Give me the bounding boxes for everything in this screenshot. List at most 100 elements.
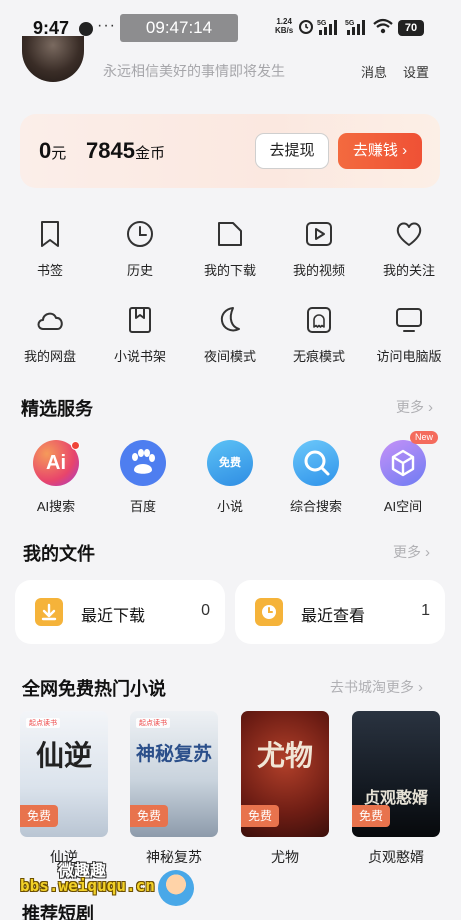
book-cover: 起点读书 神秘复苏 免费 bbox=[130, 711, 218, 837]
files-more-link[interactable]: 更多 › bbox=[393, 542, 430, 562]
grid-label: 无痕模式 bbox=[292, 349, 345, 364]
camera-icon bbox=[79, 22, 93, 36]
grid-item-videos[interactable]: 我的视频 bbox=[276, 219, 362, 279]
recent-icon bbox=[255, 598, 283, 626]
book-cover: 尤物 免费 bbox=[241, 711, 329, 837]
grid-item-bookmarks[interactable]: 书签 bbox=[7, 219, 93, 279]
services-more-link[interactable]: 更多 › bbox=[396, 397, 433, 417]
profile-motto: 永远相信美好的事情即将发生 bbox=[103, 63, 285, 79]
more-label: 更多 bbox=[396, 399, 424, 415]
grid-item-night-mode[interactable]: 夜间模式 bbox=[187, 305, 273, 365]
book-item[interactable]: 尤物 免费 尤物 bbox=[241, 711, 329, 867]
service-general-search[interactable]: 综合搜索 bbox=[273, 440, 359, 515]
signal-label-2: 5G bbox=[345, 20, 355, 27]
free-tag: 免费 bbox=[20, 805, 58, 827]
cover-title: 神秘复苏 bbox=[135, 743, 212, 765]
more-label: 更多 bbox=[393, 544, 421, 560]
grid-item-history[interactable]: 历史 bbox=[97, 219, 183, 279]
cloud-icon bbox=[37, 312, 63, 330]
cash-balance: 0元 bbox=[39, 138, 66, 164]
service-baidu[interactable]: 百度 bbox=[100, 440, 186, 515]
service-ai-space[interactable]: New AI空间 bbox=[360, 431, 446, 515]
ai-search-icon: Ai bbox=[33, 440, 80, 486]
cover-brand: 起点读书 bbox=[26, 718, 60, 728]
search-icon bbox=[293, 440, 339, 486]
grid-item-incognito[interactable]: 无痕模式 bbox=[276, 305, 362, 365]
moon-icon bbox=[220, 307, 240, 332]
new-badge: New bbox=[410, 431, 439, 444]
alarm-icon bbox=[299, 20, 313, 34]
heart-icon bbox=[396, 222, 422, 246]
grid-item-following[interactable]: 我的关注 bbox=[366, 219, 452, 279]
net-speed-unit: KB/s bbox=[275, 26, 294, 35]
grid-item-desktop-version[interactable]: 访问电脑版 bbox=[366, 305, 452, 365]
wifi-icon bbox=[373, 18, 393, 34]
cover-title: 仙逆 bbox=[35, 739, 92, 772]
novels-title: 全网免费热门小说 bbox=[22, 679, 166, 699]
book-cover: 起点读书 仙逆 免费 bbox=[20, 711, 108, 837]
service-label: AI搜索 bbox=[36, 499, 76, 514]
net-speed-value: 1.24 bbox=[276, 17, 292, 26]
settings-link[interactable]: 设置 bbox=[403, 62, 429, 81]
service-label: AI空间 bbox=[383, 499, 423, 514]
battery-indicator: 70 bbox=[398, 20, 424, 36]
chevron-right-icon: › bbox=[402, 142, 408, 159]
free-tag: 免费 bbox=[352, 805, 390, 827]
withdraw-button[interactable]: 去提现 bbox=[255, 133, 329, 169]
free-tag: 免费 bbox=[241, 805, 279, 827]
clock-icon bbox=[127, 221, 153, 247]
chevron-right-icon: › bbox=[425, 544, 430, 561]
book-name: 贞观憨婿 bbox=[368, 849, 424, 865]
video-icon bbox=[306, 222, 332, 246]
earn-money-button[interactable]: 去赚钱 › bbox=[338, 133, 422, 169]
messages-link[interactable]: 消息 bbox=[361, 62, 387, 81]
more-notifications-icon: ··· bbox=[97, 17, 116, 34]
wallet-card: 0元 7845金币 去提现 去赚钱 › bbox=[20, 114, 440, 188]
more-label: 去书城淘更多 bbox=[330, 679, 414, 695]
bookmark-icon bbox=[41, 221, 59, 247]
cover-title: 尤物 bbox=[256, 739, 313, 772]
service-label: 综合搜索 bbox=[289, 499, 342, 514]
service-novel[interactable]: 免费 小说 bbox=[187, 440, 273, 515]
download-icon bbox=[35, 598, 63, 626]
baidu-paw-icon bbox=[120, 440, 166, 486]
cover-brand: 起点读书 bbox=[136, 718, 170, 728]
signal-label-1: 5G bbox=[317, 20, 327, 27]
notification-dot bbox=[71, 441, 80, 450]
grid-label: 我的视频 bbox=[292, 263, 345, 278]
monitor-icon bbox=[396, 308, 422, 332]
grid-item-downloads[interactable]: 我的下载 bbox=[187, 219, 273, 279]
files-title: 我的文件 bbox=[23, 544, 95, 564]
recent-viewed-card[interactable]: 最近查看 1 bbox=[235, 580, 445, 644]
book-item[interactable]: 贞观憨婿 免费 贞观憨婿 bbox=[352, 711, 440, 867]
grid-label: 我的关注 bbox=[382, 263, 435, 278]
avatar[interactable] bbox=[22, 36, 84, 82]
folder-icon bbox=[218, 222, 242, 246]
book-name: 神秘复苏 bbox=[146, 849, 202, 865]
recent-viewed-count: 1 bbox=[421, 602, 430, 619]
services-title: 精选服务 bbox=[21, 399, 93, 419]
coin-unit: 金币 bbox=[134, 145, 165, 162]
book-icon bbox=[129, 307, 151, 333]
service-label: 小说 bbox=[216, 499, 243, 514]
service-label: 百度 bbox=[129, 499, 156, 514]
chevron-right-icon: › bbox=[428, 399, 433, 416]
coin-value: 7845 bbox=[86, 138, 135, 163]
grid-item-bookshelf[interactable]: 小说书架 bbox=[97, 305, 183, 365]
grid-label: 我的下载 bbox=[203, 263, 256, 278]
recent-viewed-label: 最近查看 bbox=[301, 608, 366, 625]
earn-money-label: 去赚钱 bbox=[352, 142, 398, 159]
short-drama-title: 推荐短剧 bbox=[22, 904, 94, 920]
watermark-url: bbs.weiququ.cn bbox=[20, 876, 155, 895]
book-name: 尤物 bbox=[271, 849, 299, 865]
novel-icon: 免费 bbox=[207, 440, 253, 486]
grid-label: 书签 bbox=[36, 263, 63, 278]
service-ai-search[interactable]: Ai AI搜索 bbox=[13, 440, 99, 515]
recent-downloads-card[interactable]: 最近下载 0 bbox=[15, 580, 225, 644]
ai-search-icon-text: Ai bbox=[46, 452, 66, 474]
book-item[interactable]: 起点读书 神秘复苏 免费 神秘复苏 bbox=[130, 711, 218, 867]
book-item[interactable]: 起点读书 仙逆 免费 仙逆 bbox=[20, 711, 108, 867]
grid-label: 我的网盘 bbox=[23, 349, 76, 364]
novels-more-link[interactable]: 去书城淘更多 › bbox=[330, 677, 423, 697]
grid-item-cloud-drive[interactable]: 我的网盘 bbox=[7, 305, 93, 365]
